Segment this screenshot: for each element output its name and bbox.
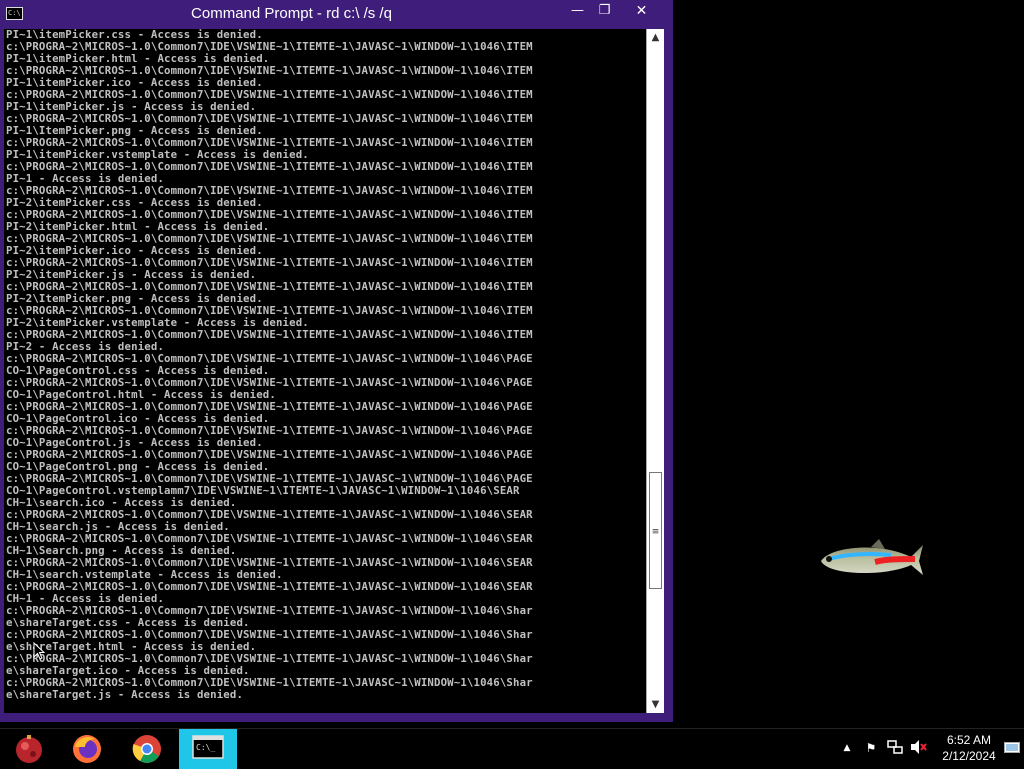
firefox-button[interactable] (58, 729, 116, 769)
show-hidden-icons-chevron-icon[interactable]: ▲ (838, 739, 856, 757)
svg-text:C:\_: C:\_ (196, 743, 215, 752)
neon-tetra-fish-icon (821, 539, 923, 575)
chrome-button[interactable] (118, 729, 176, 769)
console-output[interactable]: PI~1\itemPicker.css - Access is denied. c… (4, 29, 646, 713)
restore-button[interactable]: ❐ (591, 0, 618, 22)
clock-time: 6:52 AM (946, 733, 992, 747)
command-prompt-task-button[interactable]: C:\_ (179, 729, 237, 769)
close-button[interactable]: ✕ (618, 0, 665, 22)
grip-icon: ≡ (651, 527, 660, 537)
console-icon[interactable]: C:\ (6, 7, 23, 20)
system-tray: ▲ ⚑ (836, 729, 946, 769)
console-line: e\shareTarget.js - Access is denied. (6, 688, 244, 701)
vertical-scrollbar[interactable]: ▲ ≡ ▼ (646, 29, 664, 713)
scroll-thumb[interactable]: ≡ (649, 472, 662, 589)
notification-icon[interactable] (1004, 742, 1020, 755)
network-icon[interactable] (886, 739, 904, 757)
desktop: C:\ Command Prompt - rd c:\ /s /q — ❐ ✕ … (0, 0, 1024, 728)
volume-muted-icon[interactable] (910, 739, 928, 757)
action-center-flag-icon[interactable]: ⚑ (862, 739, 880, 757)
window-title: Command Prompt - rd c:\ /s /q (191, 5, 392, 22)
command-prompt-window[interactable]: C:\ Command Prompt - rd c:\ /s /q — ❐ ✕ … (0, 0, 673, 722)
console-icon: C:\_ (192, 735, 224, 759)
mouse-cursor-icon (33, 642, 45, 660)
start-orb-icon (16, 735, 42, 763)
scroll-up-arrow-icon[interactable]: ▲ (647, 29, 664, 46)
minimize-button[interactable]: — (564, 0, 591, 22)
console-lines: PI~1\itemPicker.css - Access is denied. c… (4, 29, 646, 701)
start-button[interactable] (0, 729, 58, 769)
scroll-down-arrow-icon[interactable]: ▼ (647, 696, 664, 713)
taskbar: C:\_ ▲ ⚑ 6:52 AM 2/12/2024 (0, 728, 1024, 769)
title-bar[interactable]: C:\ Command Prompt - rd c:\ /s /q — ❐ ✕ (0, 0, 673, 29)
firefox-icon (73, 735, 101, 763)
clock-date: 2/12/2024 (942, 749, 996, 763)
clock[interactable]: 6:52 AM 2/12/2024 (932, 732, 1006, 764)
chrome-icon (132, 735, 161, 763)
